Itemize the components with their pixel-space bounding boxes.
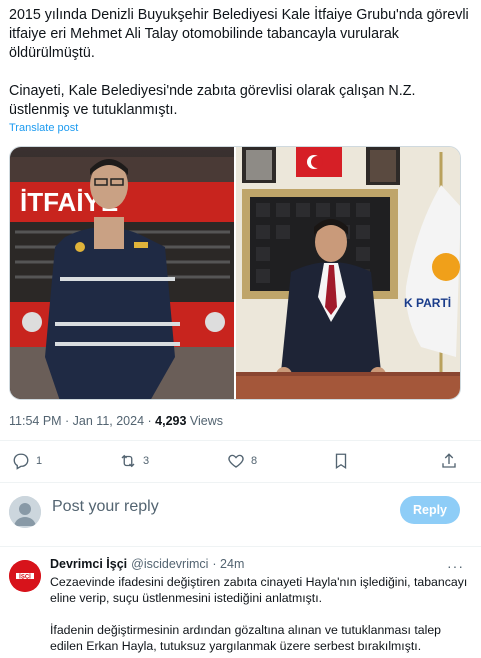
reply-time[interactable]: · 24m bbox=[212, 557, 244, 571]
post-paragraph-2: Cinayeti, Kale Belediyesi'nde zabıta gör… bbox=[9, 83, 416, 118]
reply-body: Cezaevinde ifadesini değiştiren zabıta c… bbox=[50, 574, 475, 654]
reply-button[interactable]: Reply bbox=[400, 496, 460, 524]
devrimci-isci-logo: İŞÇİ bbox=[9, 560, 41, 592]
firefighter-illustration: İTFAİYE bbox=[10, 157, 234, 399]
reply-tweet[interactable]: İŞÇİ Devrimci İşçi @iscidevrimci · 24m ·… bbox=[0, 552, 481, 658]
reply-composer: Post your reply Reply bbox=[0, 490, 481, 536]
share-icon bbox=[442, 453, 456, 468]
flag-text: K PARTİ bbox=[404, 295, 451, 310]
share-action-button[interactable] bbox=[440, 452, 458, 470]
divider bbox=[0, 440, 481, 441]
reply-author-avatar[interactable]: İŞÇİ bbox=[9, 560, 41, 592]
divider bbox=[0, 546, 481, 547]
repost-icon bbox=[121, 454, 135, 468]
reply-paragraph-2: İfadenin değiştirmesinin ardından gözalt… bbox=[50, 623, 442, 653]
bookmark-icon bbox=[335, 453, 347, 470]
mayor-office-illustration: K PARTİ bbox=[236, 147, 460, 399]
like-count: 8 bbox=[251, 455, 258, 467]
user-avatar[interactable] bbox=[9, 496, 41, 528]
post-paragraph-1: 2015 yılında Denizli Buyukşehir Belediye… bbox=[9, 7, 469, 61]
like-action-button[interactable]: 8 bbox=[227, 452, 257, 470]
post-meta: 11:54 PM · Jan 11, 2024 · 4,293 Views bbox=[9, 414, 223, 428]
bookmark-action-button[interactable] bbox=[332, 452, 350, 470]
reply-paragraph-1: Cezaevinde ifadesini değiştiren zabıta c… bbox=[50, 575, 468, 605]
repost-count: 3 bbox=[143, 455, 150, 467]
reply-header: Devrimci İşçi @iscidevrimci · 24m bbox=[50, 557, 244, 571]
default-avatar-icon bbox=[9, 496, 41, 528]
reply-count: 1 bbox=[36, 455, 43, 467]
photo-firefighter[interactable]: İTFAİYE bbox=[10, 147, 234, 399]
reply-input[interactable]: Post your reply bbox=[52, 498, 159, 516]
repost-action-button[interactable]: 3 bbox=[119, 452, 149, 470]
post-timestamp[interactable]: 11:54 PM · Jan 11, 2024 · bbox=[9, 414, 155, 428]
reply-author-handle[interactable]: @iscidevrimci bbox=[131, 557, 208, 571]
post-text: 2015 yılında Denizli Buyukşehir Belediye… bbox=[9, 6, 474, 120]
divider bbox=[0, 482, 481, 483]
translate-post-link[interactable]: Translate post bbox=[9, 122, 78, 134]
views-count: 4,293 bbox=[155, 414, 187, 428]
views-label: Views bbox=[186, 414, 224, 428]
action-bar: 1 3 8 bbox=[0, 448, 481, 478]
post-media[interactable]: İTFAİYE K PARTİ bbox=[9, 146, 461, 400]
photo-mayor[interactable]: K PARTİ bbox=[236, 147, 460, 399]
more-options-icon[interactable]: ··· bbox=[447, 558, 464, 574]
logo-text: İŞÇİ bbox=[19, 574, 31, 581]
reply-icon bbox=[13, 453, 29, 470]
reply-author-name[interactable]: Devrimci İşçi bbox=[50, 557, 127, 571]
heart-icon bbox=[228, 454, 244, 468]
reply-action-button[interactable]: 1 bbox=[12, 452, 42, 470]
